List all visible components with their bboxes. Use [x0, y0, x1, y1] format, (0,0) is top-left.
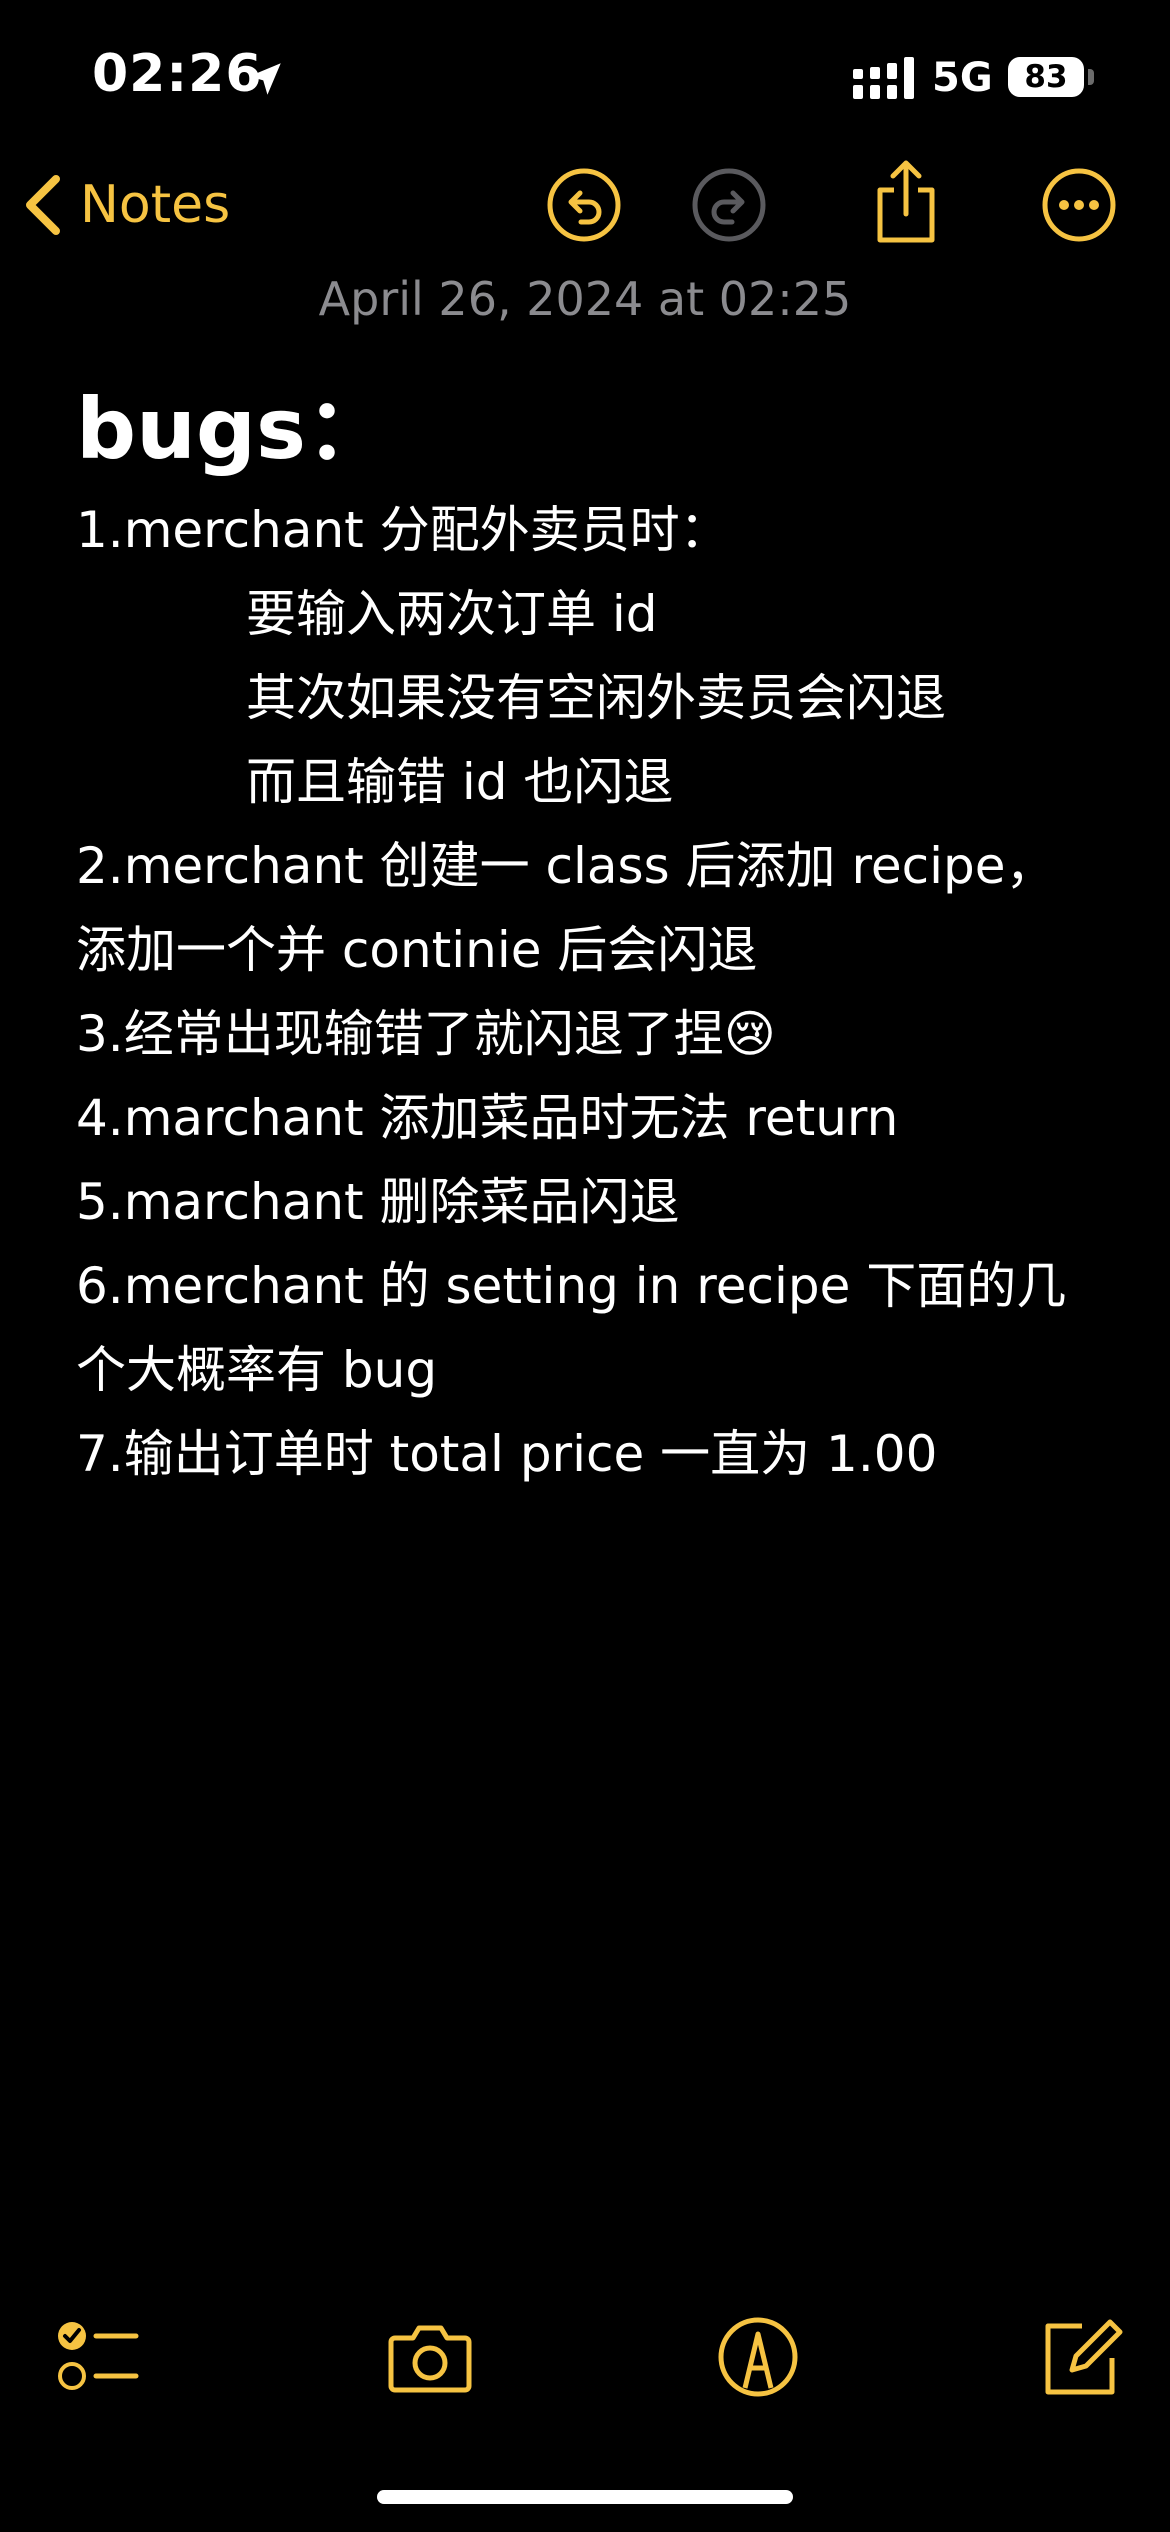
- note-body[interactable]: 1.merchant 分配外卖员时： 要输入两次订单 id 其次如果没有空闲外卖…: [76, 488, 1116, 1496]
- note-line: 5.marchant 删除菜品闪退: [76, 1173, 680, 1231]
- compose-icon[interactable]: [1036, 2312, 1126, 2402]
- status-time: 02:26: [92, 44, 263, 104]
- note-line: 2.merchant 创建一 class 后添加 recipe，: [76, 837, 1056, 895]
- note-line: 其次如果没有空闲外卖员会闪退: [246, 669, 946, 727]
- camera-icon[interactable]: [385, 2312, 475, 2402]
- note-line: 个大概率有 bug: [76, 1341, 438, 1399]
- network-type: 5G: [932, 55, 993, 101]
- share-icon[interactable]: [868, 158, 944, 246]
- more-icon[interactable]: [1040, 166, 1118, 244]
- note-line: 1.merchant 分配外卖员时：: [76, 501, 730, 559]
- redo-icon[interactable]: [690, 166, 768, 244]
- battery-icon: 83: [1008, 57, 1084, 97]
- note-line: 4.marchant 添加菜品时无法 return: [76, 1089, 899, 1147]
- back-to-notes-button[interactable]: Notes: [20, 165, 230, 245]
- markup-icon[interactable]: [713, 2312, 803, 2402]
- note-title[interactable]: bugs：: [76, 362, 390, 483]
- note-line: 6.merchant 的 setting in recipe 下面的几: [76, 1257, 1067, 1315]
- note-date: April 26, 2024 at 02:25: [318, 272, 852, 326]
- battery-nub: [1088, 69, 1094, 85]
- note-line: 而且输错 id 也闪退: [246, 753, 674, 811]
- home-indicator[interactable]: [377, 2490, 793, 2504]
- note-line: 要输入两次订单 id: [246, 585, 658, 643]
- note-line: 7.输出订单时 total price 一直为 1.00: [76, 1425, 938, 1483]
- chevron-left-icon: [26, 175, 60, 235]
- back-label: Notes: [80, 175, 231, 235]
- undo-icon[interactable]: [545, 166, 623, 244]
- note-line: 3.经常出现输错了就闪退了捏😢: [76, 1005, 776, 1063]
- cellular-signal-icon: [853, 57, 914, 99]
- checklist-icon[interactable]: [52, 2312, 142, 2402]
- location-arrow-icon: [249, 63, 281, 95]
- battery-level: 83: [1024, 59, 1068, 95]
- note-line: 添加一个并 continie 后会闪退: [76, 921, 758, 979]
- status-bar: 02:26 5G 83: [0, 0, 1170, 150]
